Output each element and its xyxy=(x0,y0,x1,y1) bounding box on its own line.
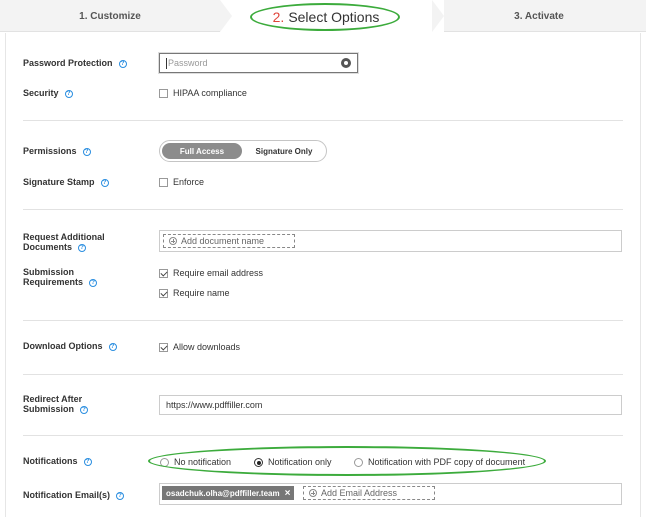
section-divider xyxy=(23,120,623,121)
help-icon[interactable]: ? xyxy=(116,491,125,500)
help-icon[interactable]: ? xyxy=(83,457,92,466)
request-docs-text-1: Request Additional xyxy=(23,232,105,242)
password-protection-label: Password Protection? xyxy=(23,58,127,68)
allow-downloads-row[interactable]: Allow downloads xyxy=(159,342,240,352)
close-icon[interactable]: × xyxy=(285,488,291,499)
submission-text-2: Requirements xyxy=(23,277,84,287)
allow-downloads-checkbox[interactable] xyxy=(159,342,168,352)
redirect-text-1: Redirect After xyxy=(23,394,83,404)
redirect-text-2: Submission xyxy=(23,404,75,414)
password-input[interactable]: Password xyxy=(159,53,358,73)
require-email-label: Require email address xyxy=(173,268,264,278)
password-protection-text: Password Protection xyxy=(23,58,113,68)
download-options-text: Download Options xyxy=(23,341,103,351)
enforce-checkbox-row[interactable]: Enforce xyxy=(159,177,204,187)
permissions-label: Permissions? xyxy=(23,146,91,156)
step-activate[interactable]: 3. Activate xyxy=(432,0,646,32)
enforce-checkbox[interactable] xyxy=(159,177,168,187)
security-text: Security xyxy=(23,88,59,98)
step-activate-label: 3. Activate xyxy=(514,10,564,22)
add-document-placeholder: Add document name xyxy=(181,236,265,246)
request-docs-label: Request Additional Documents? xyxy=(23,232,105,252)
help-icon[interactable]: ? xyxy=(89,278,98,287)
options-panel xyxy=(5,33,641,517)
help-icon[interactable]: ? xyxy=(78,243,87,252)
highlight-oval xyxy=(148,446,546,476)
section-divider xyxy=(23,374,623,375)
text-cursor xyxy=(166,57,167,69)
help-icon[interactable]: ? xyxy=(118,59,127,68)
redirect-label: Redirect After Submission? xyxy=(23,394,89,414)
submission-requirements-label: Submission Requirements? xyxy=(23,267,98,287)
plus-circle-icon xyxy=(309,489,317,497)
help-icon[interactable]: ? xyxy=(80,405,89,414)
notification-emails-text: Notification Email(s) xyxy=(23,490,111,500)
help-icon[interactable]: ? xyxy=(100,178,109,187)
password-placeholder: Password xyxy=(168,58,208,68)
help-icon[interactable]: ? xyxy=(108,342,117,351)
add-document-field[interactable]: Add document name xyxy=(163,234,295,248)
add-email-placeholder: Add Email Address xyxy=(321,488,398,498)
require-name-checkbox[interactable] xyxy=(159,288,168,298)
eye-icon[interactable] xyxy=(341,58,351,68)
email-tag-text: osadchuk.olha@pdffiller.team xyxy=(166,488,280,498)
section-divider xyxy=(23,209,623,210)
permissions-toggle: Full Access Signature Only xyxy=(159,140,327,162)
step-chevron xyxy=(220,0,232,32)
require-name-label: Require name xyxy=(173,288,230,298)
plus-circle-icon xyxy=(169,237,177,245)
help-icon[interactable]: ? xyxy=(64,89,73,98)
signature-only-option[interactable]: Signature Only xyxy=(244,143,324,159)
submission-text-1: Submission xyxy=(23,267,75,277)
notifications-text: Notifications xyxy=(23,456,78,466)
highlight-oval xyxy=(250,3,400,31)
hipaa-checkbox-row[interactable]: HIPAA compliance xyxy=(159,88,247,98)
hipaa-label: HIPAA compliance xyxy=(173,88,247,98)
signature-stamp-label: Signature Stamp? xyxy=(23,177,109,187)
step-customize-label: 1. Customize xyxy=(79,10,141,22)
require-name-row[interactable]: Require name xyxy=(159,288,230,298)
email-tag: osadchuk.olha@pdffiller.team × xyxy=(162,486,295,500)
download-options-label: Download Options? xyxy=(23,341,117,351)
request-docs-container: Add document name xyxy=(159,230,622,252)
require-email-checkbox[interactable] xyxy=(159,268,168,278)
request-docs-text-2: Documents xyxy=(23,242,73,252)
signature-stamp-text: Signature Stamp xyxy=(23,177,95,187)
add-email-field[interactable]: Add Email Address xyxy=(303,486,435,500)
require-email-row[interactable]: Require email address xyxy=(159,268,263,278)
step-chevron xyxy=(432,0,444,32)
full-access-option[interactable]: Full Access xyxy=(162,143,242,159)
redirect-url-input[interactable]: https://www.pdffiller.com xyxy=(159,395,622,415)
permissions-text: Permissions xyxy=(23,146,77,156)
section-divider xyxy=(23,435,623,436)
enforce-label: Enforce xyxy=(173,177,205,187)
redirect-url-value: https://www.pdffiller.com xyxy=(166,400,263,410)
notifications-label: Notifications? xyxy=(23,456,92,466)
section-divider xyxy=(23,320,623,321)
step-customize[interactable]: 1. Customize xyxy=(0,0,220,32)
notification-emails-label: Notification Email(s)? xyxy=(23,490,125,500)
help-icon[interactable]: ? xyxy=(82,147,91,156)
security-label: Security? xyxy=(23,88,73,98)
hipaa-checkbox[interactable] xyxy=(159,88,168,98)
allow-downloads-label: Allow downloads xyxy=(173,342,241,352)
